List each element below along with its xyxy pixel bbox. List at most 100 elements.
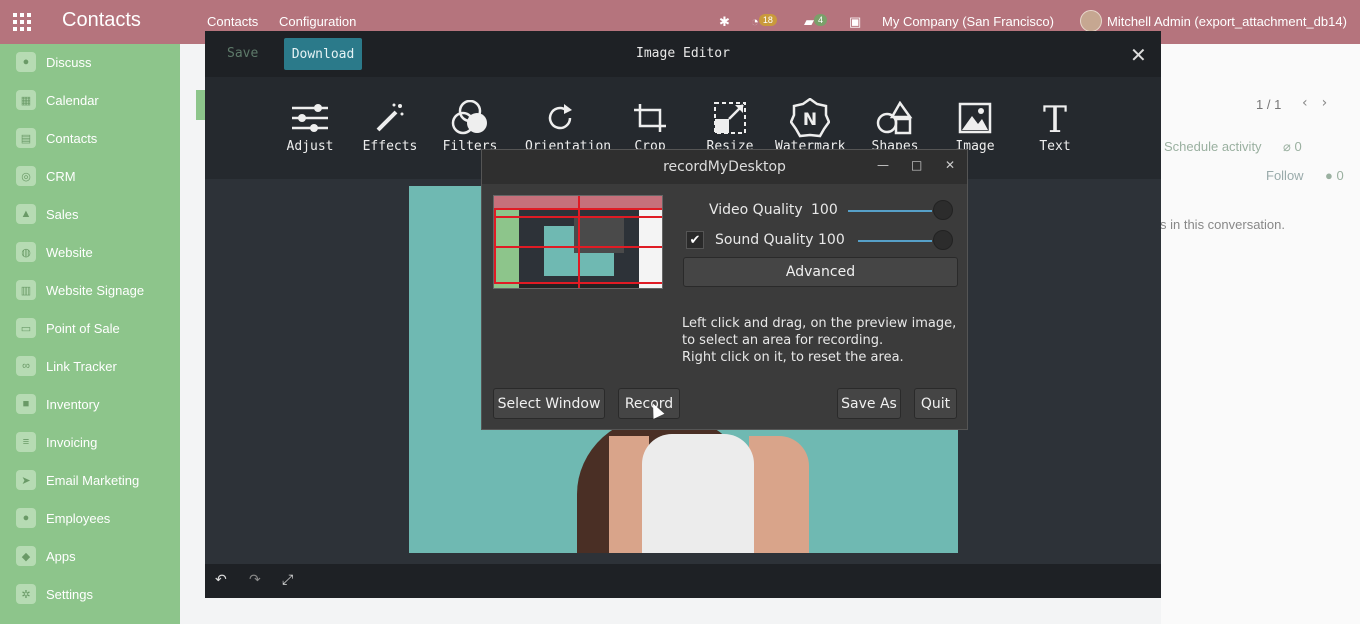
sidebar-item-website[interactable]: ◍ Website bbox=[16, 242, 93, 262]
sidebar-item-label: Email Marketing bbox=[46, 472, 140, 488]
sidebar-item-contacts[interactable]: ▤ Contacts bbox=[16, 128, 97, 148]
send-icon: ➤ bbox=[16, 470, 36, 490]
chat-bubble-icon: ▰ bbox=[804, 14, 814, 29]
preview-image[interactable] bbox=[493, 195, 663, 289]
menu-contacts[interactable]: Contacts bbox=[207, 14, 258, 29]
video-quality-label: Video Quality bbox=[709, 202, 803, 218]
sidebar-item-sales[interactable]: ▲ Sales bbox=[16, 204, 79, 224]
sidebar-item-point-of-sale[interactable]: ▭ Point of Sale bbox=[16, 318, 120, 338]
record-button[interactable]: Record bbox=[618, 388, 680, 419]
sidebar-item-calendar[interactable]: ▦ Calendar bbox=[16, 90, 99, 110]
video-quality-slider-track[interactable] bbox=[848, 210, 932, 212]
activity-badge: 18 bbox=[758, 14, 777, 26]
sidebar-item-label: Inventory bbox=[46, 396, 100, 412]
crop-icon bbox=[615, 99, 685, 137]
pos-icon: ▭ bbox=[16, 318, 36, 338]
tool-crop[interactable]: Crop bbox=[615, 99, 685, 154]
selection-line bbox=[494, 246, 662, 248]
sidebar-item-email-marketing[interactable]: ➤ Email Marketing bbox=[16, 470, 139, 490]
company-switcher[interactable]: My Company (San Francisco) bbox=[882, 14, 1054, 29]
tool-label: Text bbox=[1039, 139, 1071, 154]
sidebar-item-label: Settings bbox=[46, 586, 93, 602]
sidebar-item-discuss[interactable]: ● Discuss bbox=[16, 52, 92, 72]
minimize-icon[interactable]: — bbox=[877, 158, 889, 172]
help-line: to select an area for recording. bbox=[682, 333, 884, 348]
sidebar-item-label: Employees bbox=[46, 510, 111, 526]
close-icon[interactable]: ✕ bbox=[945, 158, 955, 172]
help-line: Left click and drag, on the preview imag… bbox=[682, 316, 957, 331]
followers-count-value: 0 bbox=[1336, 168, 1344, 183]
tool-image[interactable]: Image bbox=[940, 99, 1010, 154]
app-grid-icon[interactable] bbox=[13, 13, 31, 31]
followers-count[interactable]: ● 0 bbox=[1325, 168, 1344, 183]
link-icon: ∞ bbox=[16, 356, 36, 376]
tool-orientation[interactable]: Orientation bbox=[525, 99, 611, 154]
sidebar-item-invoicing[interactable]: ≡ Invoicing bbox=[16, 432, 97, 452]
apps-icon: ◆ bbox=[16, 546, 36, 566]
tool-effects[interactable]: Effects bbox=[355, 99, 425, 154]
sound-quality-value: 100 bbox=[818, 232, 845, 248]
sidebar-item-website-signage[interactable]: ▥ Website Signage bbox=[16, 280, 144, 300]
svg-text:T: T bbox=[1043, 101, 1067, 135]
undo-icon[interactable]: ↶ bbox=[215, 572, 227, 588]
sidebar-item-label: Discuss bbox=[46, 54, 92, 70]
chatter-panel bbox=[1161, 44, 1360, 624]
quit-button[interactable]: Quit bbox=[914, 388, 957, 419]
text-icon: T bbox=[1020, 99, 1090, 137]
sound-quality-slider-track[interactable] bbox=[858, 240, 932, 242]
sidebar: ● Discuss ▦ Calendar ▤ Contacts ◎ CRM ▲ Sales… bbox=[0, 44, 180, 624]
pager-value: 1 / 1 bbox=[1256, 97, 1282, 112]
rotate-icon bbox=[525, 99, 595, 137]
pager-arrows[interactable]: ‹› bbox=[1302, 95, 1341, 111]
rmd-titlebar: recordMyDesktop — □ ✕ bbox=[482, 150, 967, 184]
redo-icon[interactable]: ↷ bbox=[249, 572, 261, 588]
close-icon[interactable]: ✕ bbox=[1130, 43, 1147, 67]
tool-text[interactable]: T Text bbox=[1020, 99, 1090, 154]
tool-shapes[interactable]: Shapes bbox=[860, 99, 930, 154]
tool-adjust[interactable]: Adjust bbox=[275, 99, 345, 154]
tool-filters[interactable]: Filters bbox=[435, 99, 505, 154]
filters-icon bbox=[435, 99, 505, 137]
messages-button[interactable]: ▰ 4 bbox=[804, 14, 828, 30]
sidebar-item-employees[interactable]: ● Employees bbox=[16, 508, 110, 528]
sidebar-item-label: Website bbox=[46, 244, 93, 260]
sidebar-item-settings[interactable]: ✲ Settings bbox=[16, 584, 93, 604]
fullscreen-icon[interactable]: ⤢ bbox=[282, 572, 293, 588]
photo-shirt bbox=[642, 434, 754, 553]
checkmark-icon: ✔ bbox=[689, 232, 701, 248]
editor-header: Save Download Image Editor ✕ bbox=[205, 31, 1161, 77]
follow-button[interactable]: Follow bbox=[1266, 168, 1304, 183]
shapes-icon bbox=[860, 99, 930, 137]
sidebar-item-inventory[interactable]: ■ Inventory bbox=[16, 394, 99, 414]
gift-icon[interactable]: ▣ bbox=[849, 14, 861, 30]
clock-icon: ◔ bbox=[751, 14, 759, 29]
people-icon: ● bbox=[16, 508, 36, 528]
avatar[interactable] bbox=[1080, 10, 1102, 32]
box-icon: ■ bbox=[16, 394, 36, 414]
sidebar-item-label: Point of Sale bbox=[46, 320, 120, 336]
menu-configuration[interactable]: Configuration bbox=[279, 14, 356, 29]
maximize-icon[interactable]: □ bbox=[911, 158, 922, 172]
user-menu[interactable]: Mitchell Admin (export_attachment_db14) bbox=[1107, 14, 1347, 29]
attachment-count[interactable]: ⌀ 0 bbox=[1283, 139, 1302, 155]
sound-quality-slider[interactable] bbox=[933, 230, 953, 250]
sidebar-item-link-tracker[interactable]: ∞ Link Tracker bbox=[16, 356, 117, 376]
app-title: Contacts bbox=[62, 9, 141, 31]
bug-icon[interactable]: ✱ bbox=[719, 14, 730, 30]
sidebar-item-crm[interactable]: ◎ CRM bbox=[16, 166, 76, 186]
schedule-activity-link[interactable]: Schedule activity bbox=[1164, 139, 1262, 154]
video-quality-slider[interactable] bbox=[933, 200, 953, 220]
select-window-button[interactable]: Select Window bbox=[493, 388, 605, 419]
advanced-button[interactable]: Advanced bbox=[683, 257, 958, 287]
sidebar-item-label: Link Tracker bbox=[46, 358, 117, 374]
globe-icon: ◍ bbox=[16, 242, 36, 262]
tool-watermark[interactable]: N Watermark bbox=[775, 98, 845, 154]
sound-quality-checkbox[interactable]: ✔ bbox=[686, 231, 704, 249]
tool-resize[interactable]: Resize bbox=[695, 99, 765, 154]
sidebar-item-label: Apps bbox=[46, 548, 76, 564]
activity-button[interactable]: ◔ 18 bbox=[751, 14, 777, 29]
sidebar-item-apps[interactable]: ◆ Apps bbox=[16, 546, 76, 566]
gear-icon: ✲ bbox=[16, 584, 36, 604]
save-as-button[interactable]: Save As bbox=[837, 388, 901, 419]
selection-line bbox=[578, 196, 580, 288]
